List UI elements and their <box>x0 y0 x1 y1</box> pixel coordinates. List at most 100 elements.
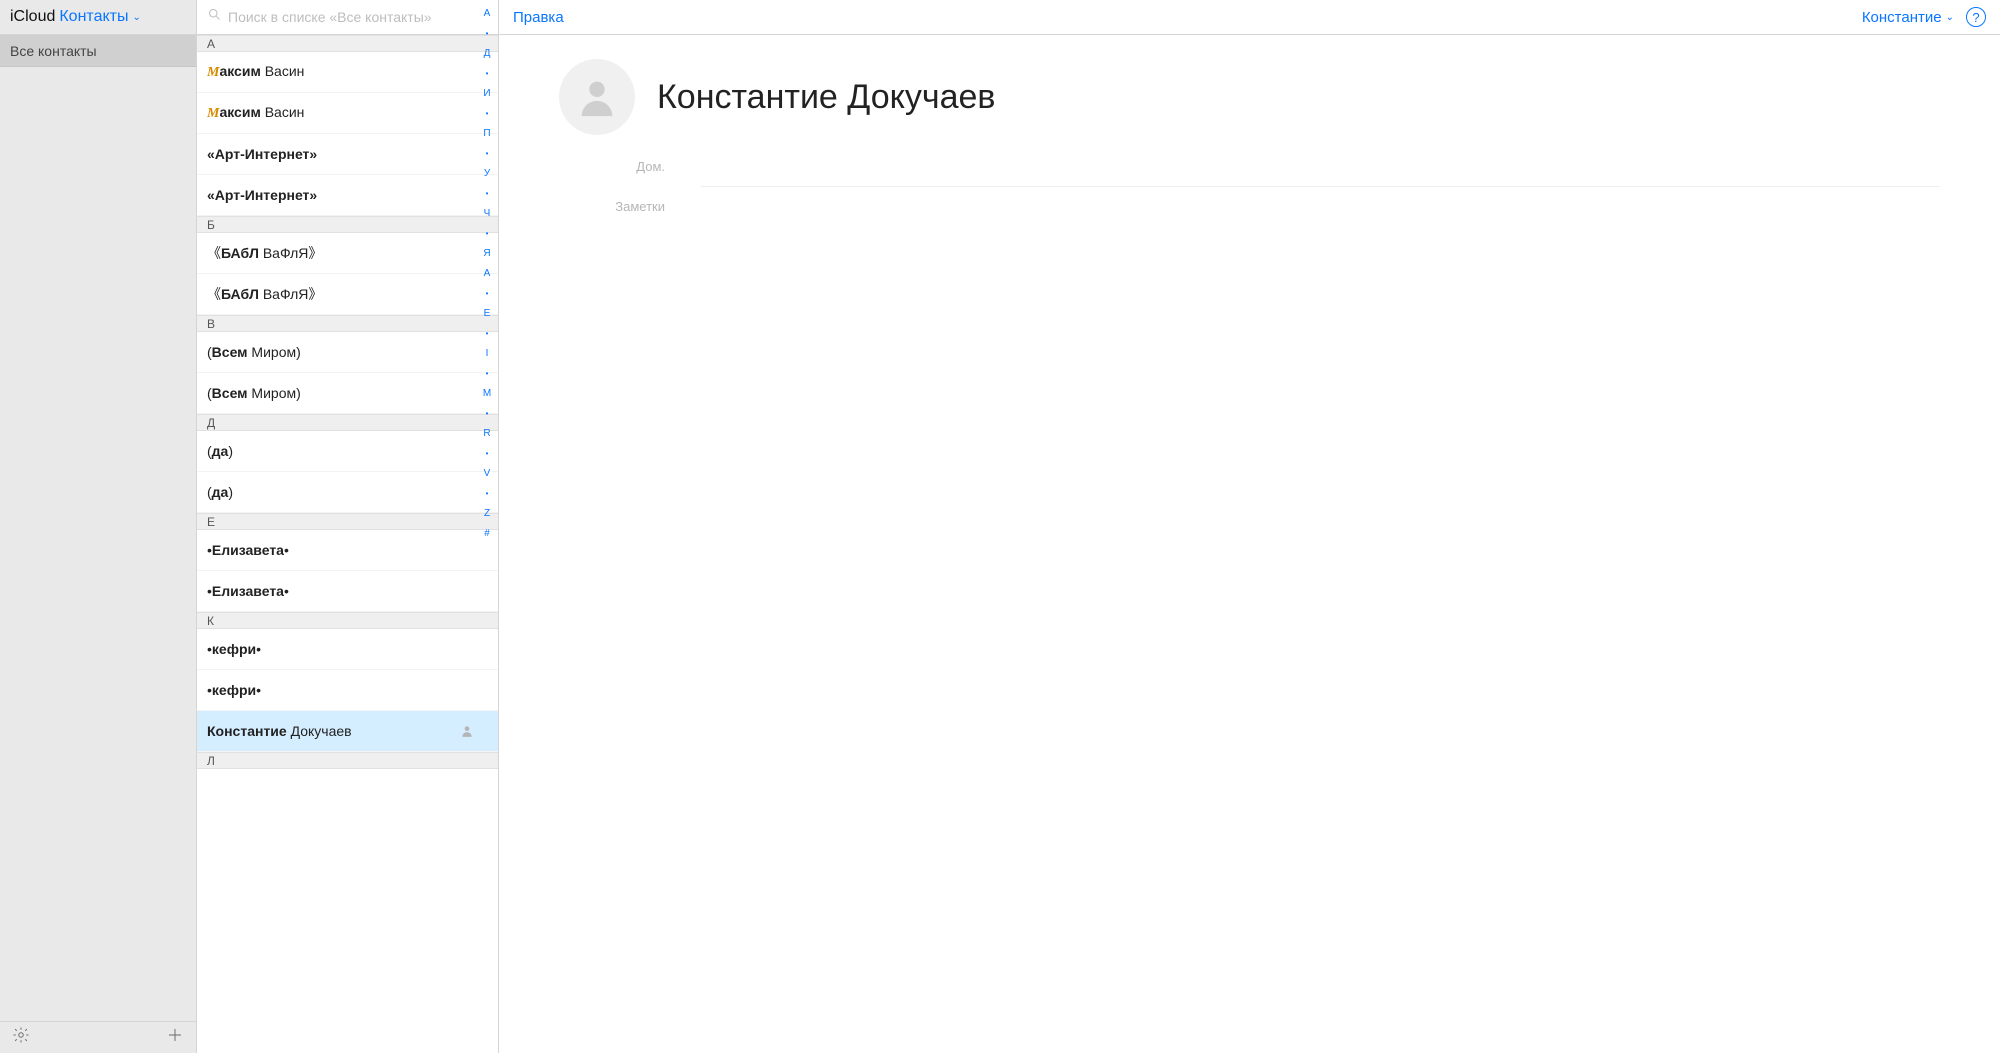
alpha-index-letter[interactable]: • <box>486 104 489 124</box>
contact-row[interactable]: 《БАбЛ ВаФлЯ》 <box>197 274 498 315</box>
plus-icon <box>166 1026 184 1044</box>
sidebar-spacer <box>0 67 196 1021</box>
alpha-index-letter[interactable]: П <box>483 124 490 144</box>
card-header: Константие Докучаев <box>559 59 1940 135</box>
field-home-value <box>683 159 1940 174</box>
alpha-index-letter[interactable]: M <box>483 384 491 404</box>
field-notes-label: Заметки <box>559 199 683 214</box>
app-switcher-dropdown[interactable]: Контакты ⌄ <box>59 8 141 26</box>
contact-row[interactable]: Максим Васин <box>197 52 498 93</box>
contact-name-label: Константие Докучаев <box>207 723 352 739</box>
alpha-index-letter[interactable]: Д <box>484 44 491 64</box>
contact-row[interactable]: Максим Васин <box>197 93 498 134</box>
contact-row[interactable]: (да) <box>197 472 498 513</box>
contact-name-label: Максим Васин <box>207 104 304 122</box>
alpha-index-letter[interactable]: R <box>483 424 490 444</box>
chevron-down-icon: ⌄ <box>1946 12 1954 23</box>
field-notes: Заметки <box>559 193 1940 220</box>
contact-name-label: 《БАбЛ ВаФлЯ》 <box>207 284 322 304</box>
alpha-index-letter[interactable]: # <box>484 524 490 544</box>
chevron-down-icon: ⌄ <box>132 12 140 23</box>
contact-full-name: Константие Докучаев <box>657 78 995 117</box>
edit-button[interactable]: Правка <box>513 9 564 26</box>
contact-row[interactable]: «Арт-Интернет» <box>197 175 498 216</box>
contact-row[interactable]: 《БАбЛ ВаФлЯ》 <box>197 233 498 274</box>
avatar-placeholder-icon <box>574 74 620 120</box>
alpha-index-letter[interactable]: • <box>486 184 489 204</box>
section-header: К <box>197 612 498 629</box>
alpha-index-letter[interactable]: • <box>486 484 489 504</box>
alpha-index-letter[interactable]: • <box>486 224 489 244</box>
alpha-index-letter[interactable]: I <box>486 344 489 364</box>
alpha-index-letter[interactable]: • <box>486 24 489 44</box>
detail-pane: Правка Константие ⌄ ? Константие Докучае… <box>499 0 2000 1053</box>
contact-name-label: «Арт-Интернет» <box>207 146 317 162</box>
section-header: А <box>197 35 498 52</box>
gear-icon <box>12 1026 30 1044</box>
settings-button[interactable] <box>12 1026 30 1049</box>
contact-name-label: (да) <box>207 484 233 500</box>
alpha-index-letter[interactable]: Z <box>484 504 490 524</box>
add-contact-button[interactable] <box>166 1026 184 1049</box>
alpha-index-letter[interactable]: • <box>486 64 489 84</box>
alpha-index-letter[interactable]: • <box>486 324 489 344</box>
sidebar: iCloud Контакты ⌄ Все контакты <box>0 0 197 1053</box>
contact-row[interactable]: «Арт-Интернет» <box>197 134 498 175</box>
search-row <box>197 0 498 35</box>
contact-name-label: •Елизавета• <box>207 583 289 599</box>
alpha-index-letter[interactable]: А <box>484 4 491 24</box>
contact-card: Константие Докучаев Дом. Заметки <box>499 35 2000 244</box>
alpha-index-letter[interactable]: E <box>484 304 491 324</box>
search-icon <box>207 7 222 27</box>
alpha-index-letter[interactable]: • <box>486 284 489 304</box>
contact-row[interactable]: (да) <box>197 431 498 472</box>
sidebar-group-all-contacts[interactable]: Все контакты <box>0 35 196 67</box>
silhouette-icon <box>460 724 474 738</box>
contact-row[interactable]: (Всем Миром) <box>197 332 498 373</box>
contact-row[interactable]: •кефри• <box>197 629 498 670</box>
alpha-index-letter[interactable]: Я <box>483 244 490 264</box>
sidebar-header: iCloud Контакты ⌄ <box>0 0 196 35</box>
contact-name-label: (да) <box>207 443 233 459</box>
contact-row[interactable]: (Всем Миром) <box>197 373 498 414</box>
avatar[interactable] <box>559 59 635 135</box>
alpha-index[interactable]: А•Д•И•П•У•Ч•ЯA•E•I•M•R•V•Z# <box>480 4 494 1049</box>
field-home-label: Дом. <box>559 159 683 174</box>
contact-row[interactable]: Константие Докучаев <box>197 711 498 752</box>
section-header: Е <box>197 513 498 530</box>
alpha-index-letter[interactable]: • <box>486 404 489 424</box>
field-home: Дом. <box>559 153 1940 180</box>
icloud-brand: iCloud <box>10 8 55 26</box>
contact-name-label: (Всем Миром) <box>207 344 301 360</box>
alpha-index-letter[interactable]: У <box>484 164 490 184</box>
help-button[interactable]: ? <box>1966 7 1986 27</box>
section-header: Б <box>197 216 498 233</box>
field-notes-value <box>683 199 1940 214</box>
search-input[interactable] <box>228 9 488 25</box>
alpha-index-letter[interactable]: И <box>483 84 490 104</box>
field-divider <box>701 186 1940 187</box>
contact-name-label: 《БАбЛ ВаФлЯ》 <box>207 243 322 263</box>
alpha-index-letter[interactable]: V <box>484 464 491 484</box>
app-switcher-label: Контакты <box>59 8 128 26</box>
alpha-index-letter[interactable]: A <box>484 264 491 284</box>
alpha-index-letter[interactable]: • <box>486 144 489 164</box>
contact-list-pane: АМаксим ВасинМаксим Васин«Арт-Интернет»«… <box>197 0 499 1053</box>
contact-name-label: •кефри• <box>207 682 261 698</box>
contact-scroll[interactable]: АМаксим ВасинМаксим Васин«Арт-Интернет»«… <box>197 35 498 1053</box>
alpha-index-letter[interactable]: • <box>486 444 489 464</box>
contact-row[interactable]: •Елизавета• <box>197 530 498 571</box>
contact-row[interactable]: •Елизавета• <box>197 571 498 612</box>
sidebar-footer <box>0 1021 196 1053</box>
section-header: Л <box>197 752 498 769</box>
section-header: В <box>197 315 498 332</box>
detail-header: Правка Константие ⌄ ? <box>499 0 2000 35</box>
user-menu-dropdown[interactable]: Константие ⌄ <box>1862 9 1954 26</box>
section-header: Д <box>197 414 498 431</box>
contact-row[interactable]: •кефри• <box>197 670 498 711</box>
contact-name-label: •кефри• <box>207 641 261 657</box>
alpha-index-letter[interactable]: Ч <box>484 204 491 224</box>
alpha-index-letter[interactable]: • <box>486 364 489 384</box>
contact-name-label: •Елизавета• <box>207 542 289 558</box>
user-menu-label: Константие <box>1862 9 1942 26</box>
